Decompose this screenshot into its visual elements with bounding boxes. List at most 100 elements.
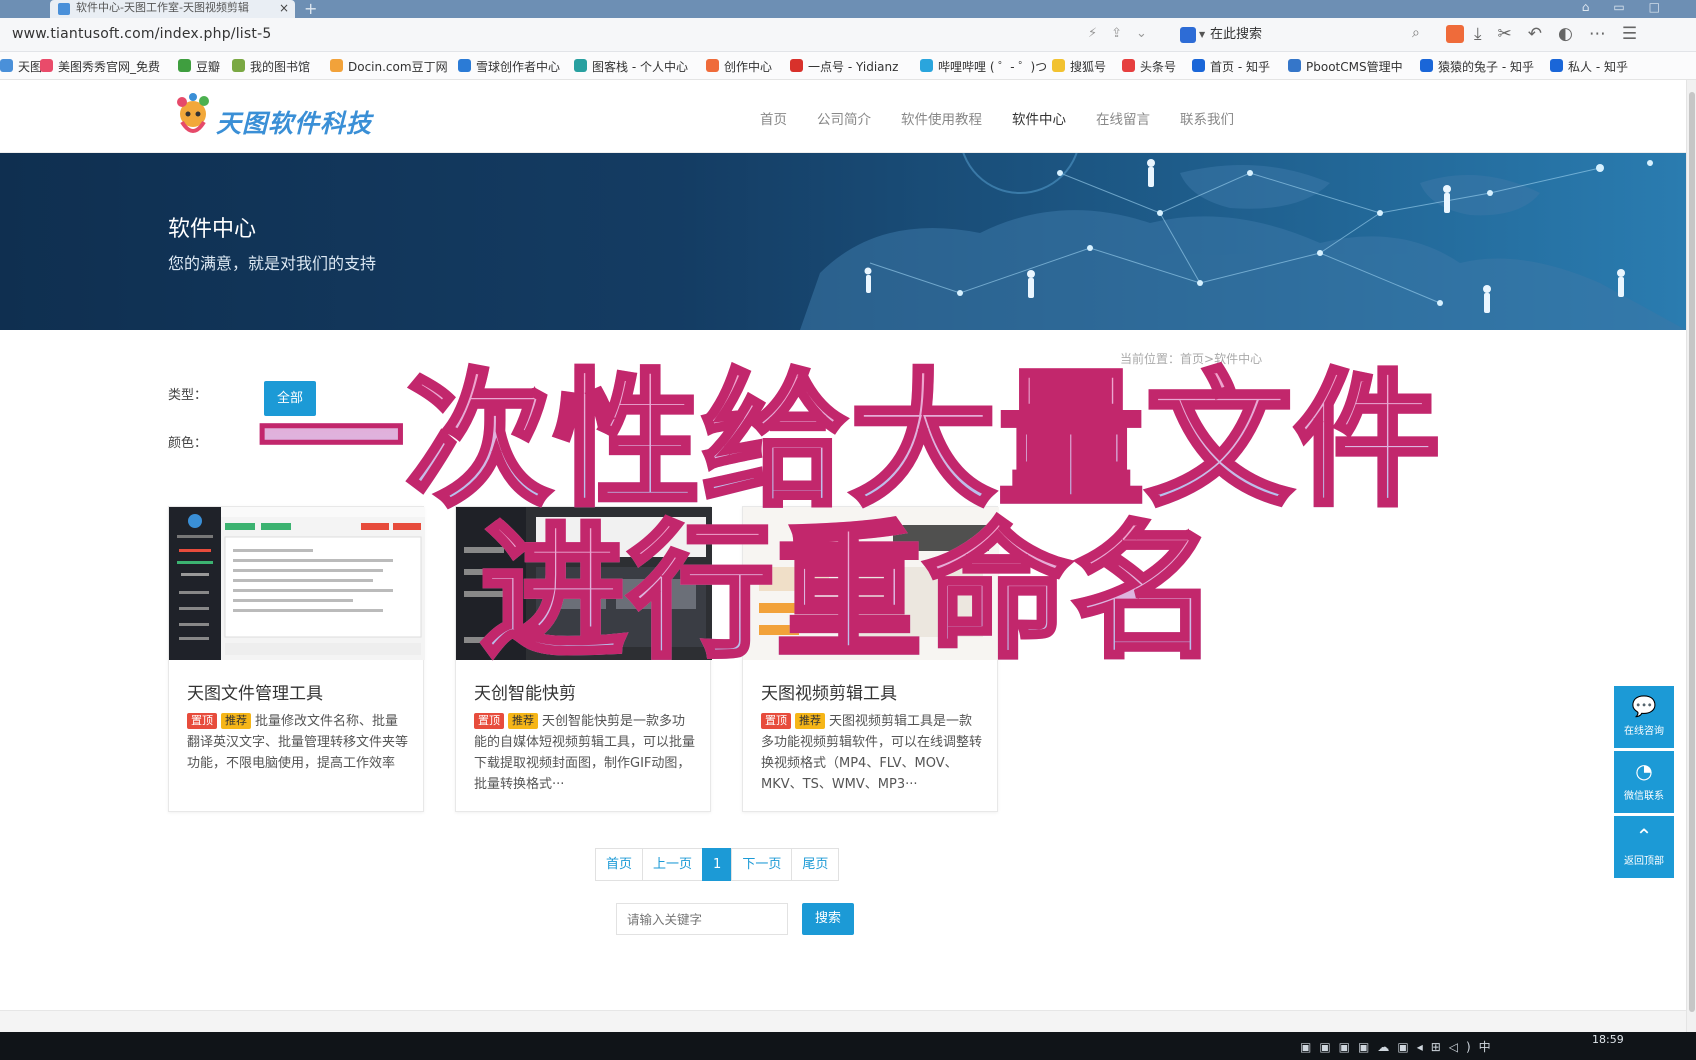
bookmark-favicon-icon [458,59,471,72]
product-description: 置顶 推荐 天创智能快剪是一款多功能的自媒体短视频剪辑工具，可以批量下载提取视频封面… [474,711,696,797]
color-filter-label: 颜色： [168,436,208,451]
breadcrumb-current[interactable]: 软件中心 [1214,352,1262,366]
search-icon[interactable]: ⌕ [1412,25,1420,41]
recommend-tag: 推荐 [795,713,825,729]
page-current-button[interactable]: 1 [702,848,733,881]
pagination: 首页 上一页 1 下一页 尾页 [595,848,840,881]
product-thumbnail[interactable] [743,507,999,660]
page-last-button[interactable]: 尾页 [791,848,840,881]
product-description: 置顶 推荐 天图视频剪辑工具是一款多功能视频剪辑软件，可以在线调整转换视频格式（MP… [761,711,983,797]
product-card[interactable]: 天图视频剪辑工具 置顶 推荐 天图视频剪辑工具是一款多功能视频剪辑软件，可以在线调整… [742,506,999,812]
nav-item-4[interactable]: 在线留言 [1096,108,1150,128]
keyword-search-input[interactable] [616,903,788,935]
bookmark-favicon-icon [330,59,343,72]
page-prev-button[interactable]: 上一页 [642,848,704,881]
bookmark-favicon-icon [178,59,191,72]
browser-tab-bar: 软件中心-天图工作室-天图视频剪辑 × + ⌂▭□ [0,0,1696,18]
browser-search-box[interactable]: ▼ 在此搜索 [1180,23,1438,47]
online-consult-button[interactable]: 💬 在线咨询 [1614,686,1674,748]
bookmark-favicon-icon [790,59,803,72]
nav-item-2[interactable]: 软件使用教程 [901,108,982,128]
bookmark-label: 天图 [18,60,43,74]
system-tray-icons[interactable]: ▣▣▣▣☁▣◂⊞◁)中 [1300,1038,1499,1055]
product-thumbnail[interactable] [169,507,425,660]
product-title[interactable]: 天图视频剪辑工具 [761,679,897,704]
banner-subtitle: 您的满意，就是对我们的支持 [168,254,377,273]
site-favicon-icon [58,3,70,15]
type-filter-label: 类型： [168,388,208,403]
new-tab-icon[interactable]: + [304,0,317,18]
chevron-up-icon: ⌃ [1635,824,1653,848]
bookmark-item[interactable]: 头条号 [1122,58,1176,75]
site-logo[interactable]: 天图软件科技 [172,92,382,142]
tab-title: 软件中心-天图工作室-天图视频剪辑 [76,1,249,14]
site-header: 天图软件科技 首页 公司简介 软件使用教程 软件中心 在线留言 联系我们 [0,80,1686,153]
type-filter-all-button[interactable]: 全部 [264,381,316,416]
bookmark-label: 雪球创作者中心 [476,60,561,74]
recommend-tag: 推荐 [508,713,538,729]
bookmark-item[interactable]: 豆瓣 [178,58,220,75]
bookmark-item[interactable]: PbootCMS管理中 [1288,58,1403,75]
bookmark-label: 猿猿的兔子 - 知乎 [1438,60,1534,74]
extension-icon[interactable] [1446,25,1464,43]
main-nav: 首页 公司简介 软件使用教程 软件中心 在线留言 联系我们 [760,108,1264,128]
bookmark-item[interactable]: 私人 - 知乎 [1550,58,1628,75]
taskbar-clock[interactable]: 18:59 [1592,1033,1624,1046]
breadcrumb-separator: > [1204,352,1215,366]
search-engine-icon[interactable] [1180,27,1196,43]
bookmark-item[interactable]: Docin.com豆丁网 [330,58,448,75]
nav-item-1[interactable]: 公司简介 [817,108,871,128]
app-main-preview [221,507,425,660]
product-card[interactable]: 天创智能快剪 置顶 推荐 天创智能快剪是一款多功能的自媒体短视频剪辑工具，可以批量下… [455,506,712,812]
address-bar: www.tiantusoft.com/index.php/list-5 ⚡⇪⌄ … [0,18,1696,52]
caption-line-1: 一次性给大量文件 [250,366,1450,517]
nav-item-3[interactable]: 软件中心 [1012,108,1066,128]
bookmark-favicon-icon [706,59,719,72]
back-to-top-button[interactable]: ⌃ 返回顶部 [1614,816,1674,878]
tab-close-icon[interactable]: × [279,0,289,16]
bookmark-item[interactable]: 美图秀秀官网_免费 [40,58,160,75]
product-thumbnail[interactable] [456,507,712,660]
wechat-contact-button[interactable]: ◔ 微信联系 [1614,751,1674,813]
bookmark-item[interactable]: 图客栈 - 个人中心 [574,58,688,75]
bookmark-favicon-icon [0,59,13,72]
nav-item-0[interactable]: 首页 [760,108,787,128]
breadcrumb: 当前位置：首页>软件中心 [1120,350,1262,367]
bookmark-item[interactable]: 猿猿的兔子 - 知乎 [1420,58,1534,75]
online-consult-label: 在线咨询 [1624,726,1664,737]
product-card[interactable]: 天图文件管理工具 置顶 推荐 批量修改文件名称、批量翻译英汉文字、批量管理转移文件夹… [168,506,425,812]
bookmark-item[interactable]: 我的图书馆 [232,58,310,75]
keyword-search-button[interactable]: 搜索 [802,903,854,935]
page-scrollbar[interactable] [1686,80,1696,1032]
bookmark-label: 私人 - 知乎 [1568,60,1628,74]
bookmark-item[interactable]: 搜狐号 [1052,58,1106,75]
browser-toolbar-icons[interactable]: ⤓✂↶◐⋯☰ [1446,24,1653,44]
bookmark-label: 搜狐号 [1070,60,1107,74]
bookmark-item[interactable]: 创作中心 [706,58,772,75]
url-field[interactable]: www.tiantusoft.com/index.php/list-5 [12,26,271,42]
breadcrumb-home-link[interactable]: 首页 [1180,352,1204,366]
top-tag: 置顶 [187,713,217,729]
bookmark-item[interactable]: 天图 [0,58,42,75]
scrollbar-thumb[interactable] [1689,92,1695,1012]
wechat-contact-label: 微信联系 [1624,791,1664,802]
product-title[interactable]: 天图文件管理工具 [187,679,323,704]
bookmark-item[interactable]: 一点号 - Yidianz [790,58,898,75]
bookmark-favicon-icon [1122,59,1135,72]
product-title[interactable]: 天创智能快剪 [474,679,576,704]
bookmark-item[interactable]: 雪球创作者中心 [458,58,560,75]
bookmark-favicon-icon [232,59,245,72]
chevron-down-icon[interactable]: ▼ [1199,23,1205,47]
product-description: 置顶 推荐 批量修改文件名称、批量翻译英汉文字、批量管理转移文件夹等功能，不限电脑使… [187,711,409,797]
page-first-button[interactable]: 首页 [595,848,644,881]
window-controls[interactable]: ⌂▭□ [1582,0,1684,14]
nav-item-5[interactable]: 联系我们 [1180,108,1234,128]
color-filter-all-button[interactable] [264,430,316,432]
bookmark-item[interactable]: 首页 - 知乎 [1192,58,1270,75]
address-action-icons[interactable]: ⚡⇪⌄ [1088,26,1161,41]
bookmark-item[interactable]: 哔哩哔哩 ( ゜- ゜)つ [920,58,1047,75]
page-next-button[interactable]: 下一页 [731,848,793,881]
browser-tab[interactable]: 软件中心-天图工作室-天图视频剪辑 × [50,0,295,18]
top-tag: 置顶 [761,713,791,729]
bookmark-label: Docin.com豆丁网 [348,60,448,74]
